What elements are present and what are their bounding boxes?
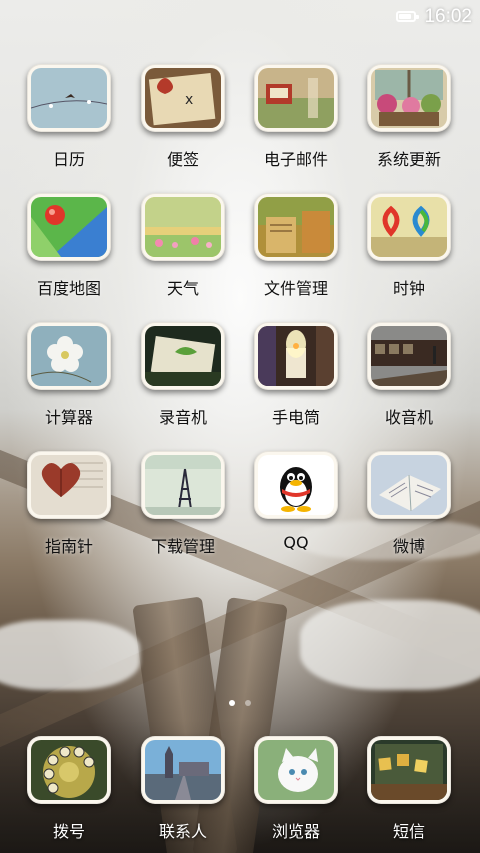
- compass-icon: [31, 455, 107, 515]
- app-icon-frame: [367, 451, 451, 519]
- app-compass[interactable]: 指南针: [12, 451, 126, 557]
- file-manager-icon: [258, 197, 334, 257]
- app-system-update[interactable]: 系统更新: [352, 64, 466, 170]
- app-icon-frame: [27, 64, 111, 132]
- svg-text:x: x: [185, 92, 193, 108]
- app-label: 电子邮件: [263, 150, 328, 169]
- messages-icon: [371, 740, 447, 800]
- app-label: QQ: [283, 533, 309, 552]
- app-icon-frame: [141, 193, 225, 261]
- app-label: 天气: [166, 279, 199, 298]
- page-indicator: [0, 700, 480, 708]
- app-label: 文件管理: [263, 279, 328, 298]
- app-messages[interactable]: 短信: [352, 736, 466, 842]
- app-label: 浏览器: [271, 822, 320, 841]
- app-qq[interactable]: QQ: [239, 451, 353, 552]
- app-label: 短信: [392, 822, 425, 841]
- app-contacts[interactable]: 联系人: [126, 736, 240, 842]
- app-icon-frame: [367, 736, 451, 804]
- flashlight-icon: [258, 326, 334, 386]
- app-clock[interactable]: 时钟: [352, 193, 466, 299]
- app-icon-frame: [367, 322, 451, 390]
- app-label: 录音机: [158, 408, 207, 427]
- app-label: 拨号: [52, 822, 85, 841]
- app-label: 计算器: [44, 408, 93, 427]
- app-label: 百度地图: [36, 279, 101, 298]
- browser-icon: [258, 740, 334, 800]
- radio-icon: [371, 326, 447, 386]
- app-icon-frame: [27, 736, 111, 804]
- app-icon-frame: [27, 193, 111, 261]
- app-mail[interactable]: 电子邮件: [239, 64, 353, 170]
- mail-icon: [258, 68, 334, 128]
- app-browser[interactable]: 浏览器: [239, 736, 353, 842]
- app-label: 下载管理: [150, 537, 215, 556]
- page-dot-2[interactable]: [245, 700, 251, 706]
- app-label: 日历: [52, 150, 85, 169]
- app-file-manager[interactable]: 文件管理: [239, 193, 353, 299]
- weibo-icon: [371, 455, 447, 515]
- app-dialer[interactable]: 拨号: [12, 736, 126, 842]
- app-label: 手电筒: [271, 408, 320, 427]
- app-label: 联系人: [158, 822, 207, 841]
- app-icon-frame: [141, 451, 225, 519]
- calculator-icon: [31, 326, 107, 386]
- dialer-icon: [31, 740, 107, 800]
- app-icon-frame: [254, 451, 338, 519]
- app-flashlight[interactable]: 手电筒: [239, 322, 353, 428]
- weather-icon: [145, 197, 221, 257]
- app-icon-frame: [254, 736, 338, 804]
- app-icon-frame: [27, 451, 111, 519]
- app-icon-frame: [254, 64, 338, 132]
- app-weibo[interactable]: 微博: [352, 451, 466, 557]
- app-weather[interactable]: 天气: [126, 193, 240, 299]
- status-bar: 16:02: [0, 0, 480, 36]
- app-recorder[interactable]: 录音机: [126, 322, 240, 428]
- contacts-icon: [145, 740, 221, 800]
- app-icon-frame: [141, 322, 225, 390]
- app-icon-frame: [254, 193, 338, 261]
- app-label: 指南针: [44, 537, 93, 556]
- app-calculator[interactable]: 计算器: [12, 322, 126, 428]
- download-manager-icon: [145, 455, 221, 515]
- app-icon-frame: [367, 64, 451, 132]
- status-clock: 16:02: [424, 6, 472, 27]
- app-icon-frame: [367, 193, 451, 261]
- clock-icon: [371, 197, 447, 257]
- app-icon-frame: [141, 736, 225, 804]
- qq-icon: [258, 455, 334, 515]
- notes-icon: x: [145, 68, 221, 128]
- system-update-icon: [371, 68, 447, 128]
- app-calendar[interactable]: 日历: [12, 64, 126, 170]
- page-dot-1[interactable]: [229, 700, 235, 706]
- app-download-manager[interactable]: 下载管理: [126, 451, 240, 557]
- app-label: 收音机: [384, 408, 433, 427]
- recorder-icon: [145, 326, 221, 386]
- calendar-icon: [31, 68, 107, 128]
- baidu-map-icon: [31, 197, 107, 257]
- app-notes[interactable]: x 便签: [126, 64, 240, 170]
- battery-icon: [396, 11, 419, 22]
- app-radio[interactable]: 收音机: [352, 322, 466, 428]
- app-icon-frame: [27, 322, 111, 390]
- app-label: 微博: [392, 537, 425, 556]
- app-baidu-map[interactable]: 百度地图: [12, 193, 126, 299]
- app-label: 时钟: [392, 279, 425, 298]
- app-icon-frame: [254, 322, 338, 390]
- app-label: 系统更新: [376, 150, 441, 169]
- app-label: 便签: [166, 150, 199, 169]
- app-icon-frame: x: [141, 64, 225, 132]
